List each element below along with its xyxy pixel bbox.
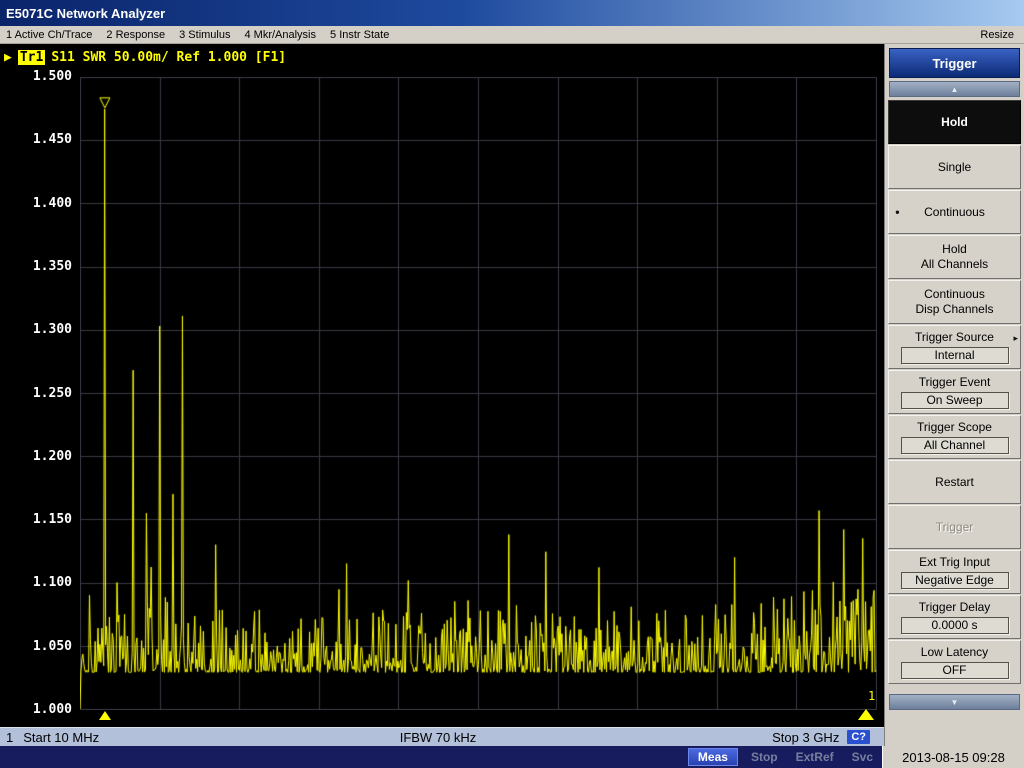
y-axis-label: 1.300 <box>0 322 72 338</box>
y-axis-label: 1.100 <box>0 575 72 591</box>
menu-resize[interactable]: Resize <box>980 29 1014 41</box>
menu-item-response[interactable]: 2 Response <box>106 29 165 41</box>
menu-bar: 1 Active Ch/Trace 2 Response 3 Stimulus … <box>0 26 1024 44</box>
softkey-ext-trig-input[interactable]: Ext Trig Input Negative Edge <box>888 550 1021 594</box>
scroll-down-icon: ▼ <box>951 698 959 707</box>
softkey-label: Single <box>938 160 971 175</box>
y-axis-label: 1.400 <box>0 196 72 212</box>
softkey-label: Continuous <box>924 205 985 220</box>
menu-item-active-ch-trace[interactable]: 1 Active Ch/Trace <box>6 29 92 41</box>
status-stop: Stop <box>751 750 778 764</box>
channel-number: 1 <box>6 730 13 745</box>
submenu-arrow-icon: ▸ <box>1013 333 1018 344</box>
main-area: ▶ Tr1 S11 SWR 50.00m/ Ref 1.000 [F1] >1 … <box>0 44 1024 746</box>
e5071c-screen: E5071C Network Analyzer 1 Active Ch/Trac… <box>0 0 1024 768</box>
softkey-label: Trigger <box>936 520 974 535</box>
y-axis-label: 1.200 <box>0 449 72 465</box>
start-frequency: Start 10 MHz <box>23 730 99 745</box>
softkey-continuous[interactable]: ● Continuous <box>888 190 1021 234</box>
status-meas: Meas <box>688 748 738 766</box>
softkey-label: Low Latency <box>921 645 988 660</box>
softkey-sublabel: All Channels <box>921 257 988 272</box>
marker1-stimulus-triangle[interactable] <box>99 711 111 720</box>
y-axis-label: 1.050 <box>0 639 72 655</box>
menu-item-mkr-analysis[interactable]: 4 Mkr/Analysis <box>244 29 316 41</box>
softkey-label: Hold <box>942 242 967 257</box>
channel-status-bar: 1 Start 10 MHz IFBW 70 kHz Stop 3 GHz C? <box>0 727 884 746</box>
softkey-trigger-delay[interactable]: Trigger Delay 0.0000 s <box>888 595 1021 639</box>
softkey-hold[interactable]: Hold <box>888 100 1021 144</box>
softkey-label: Restart <box>935 475 974 490</box>
softkey-panel: Trigger ▲ Hold Single ● Continuous Hold … <box>884 44 1024 746</box>
window-title: E5071C Network Analyzer <box>0 6 165 21</box>
selection-dot-icon: ● <box>895 208 900 217</box>
softkey-scroll-down[interactable]: ▼ <box>889 694 1020 710</box>
softkey-value: All Channel <box>901 437 1009 454</box>
trace1-format-info: S11 SWR 50.00m/ Ref 1.000 [F1] <box>51 50 286 65</box>
scroll-up-icon: ▲ <box>951 85 959 94</box>
y-axis-label: 1.150 <box>0 512 72 528</box>
softkey-label: Trigger Event <box>919 375 991 390</box>
plot-column: ▶ Tr1 S11 SWR 50.00m/ Ref 1.000 [F1] >1 … <box>0 44 884 746</box>
status-datetime: 2013-08-15 09:28 <box>882 746 1024 768</box>
stop-frequency: Stop 3 GHz <box>772 730 839 745</box>
y-axis-label: 1.000 <box>0 702 72 718</box>
channel-bar-left: 1 Start 10 MHz <box>0 730 294 745</box>
softkey-low-latency[interactable]: Low Latency OFF <box>888 640 1021 684</box>
softkey-trigger-scope[interactable]: Trigger Scope All Channel <box>888 415 1021 459</box>
y-axis-label: 1.450 <box>0 132 72 148</box>
instrument-status-bar: Meas Stop ExtRef Svc 2013-08-15 09:28 <box>0 746 1024 768</box>
y-axis-label: 1.500 <box>0 69 72 85</box>
status-extref: ExtRef <box>796 750 834 764</box>
y-axis-label: 1.350 <box>0 259 72 275</box>
softkey-label: Trigger Delay <box>919 600 991 615</box>
menu-item-instr-state[interactable]: 5 Instr State <box>330 29 389 41</box>
softkey-trigger-event[interactable]: Trigger Event On Sweep <box>888 370 1021 414</box>
softkey-scroll-up[interactable]: ▲ <box>889 81 1020 97</box>
softkey-restart[interactable]: Restart <box>888 460 1021 504</box>
channel-bar-right: Stop 3 GHz C? <box>582 730 884 745</box>
cal-status-badge: C? <box>847 730 870 744</box>
softkey-value: 0.0000 s <box>901 617 1009 634</box>
window-titlebar: E5071C Network Analyzer <box>0 0 1024 26</box>
softkey-label: Ext Trig Input <box>919 555 990 570</box>
sweep-end-triangle <box>858 709 874 720</box>
active-trace-arrow-icon: ▶ <box>4 50 12 65</box>
softkey-value: Negative Edge <box>901 572 1009 589</box>
plot-area: ▶ Tr1 S11 SWR 50.00m/ Ref 1.000 [F1] >1 … <box>0 44 884 727</box>
softkey-single[interactable]: Single <box>888 145 1021 189</box>
softkey-value: OFF <box>901 662 1009 679</box>
menu-item-stimulus[interactable]: 3 Stimulus <box>179 29 230 41</box>
trace-number-indicator: 1 <box>868 689 875 703</box>
y-axis-label: 1.250 <box>0 386 72 402</box>
trace-header: ▶ Tr1 S11 SWR 50.00m/ Ref 1.000 [F1] <box>4 50 286 65</box>
status-svc: Svc <box>852 750 873 764</box>
softkey-menu-title: Trigger <box>889 48 1020 78</box>
softkey-value: Internal <box>901 347 1009 364</box>
softkey-continuous-disp-channels[interactable]: Continuous Disp Channels <box>888 280 1021 324</box>
softkey-label: Trigger Source <box>915 330 994 345</box>
softkey-sublabel: Disp Channels <box>915 302 993 317</box>
softkey-trigger: Trigger <box>888 505 1021 549</box>
softkey-label: Continuous <box>924 287 985 302</box>
softkey-label: Trigger Scope <box>917 420 992 435</box>
ifbw-readout: IFBW 70 kHz <box>294 730 582 745</box>
softkey-value: On Sweep <box>901 392 1009 409</box>
softkey-label: Hold <box>941 115 968 130</box>
softkey-trigger-source[interactable]: ▸ Trigger Source Internal <box>888 325 1021 369</box>
trace1-badge: Tr1 <box>18 50 45 65</box>
softkey-hold-all-channels[interactable]: Hold All Channels <box>888 235 1021 279</box>
swr-trace-plot[interactable] <box>80 77 877 710</box>
